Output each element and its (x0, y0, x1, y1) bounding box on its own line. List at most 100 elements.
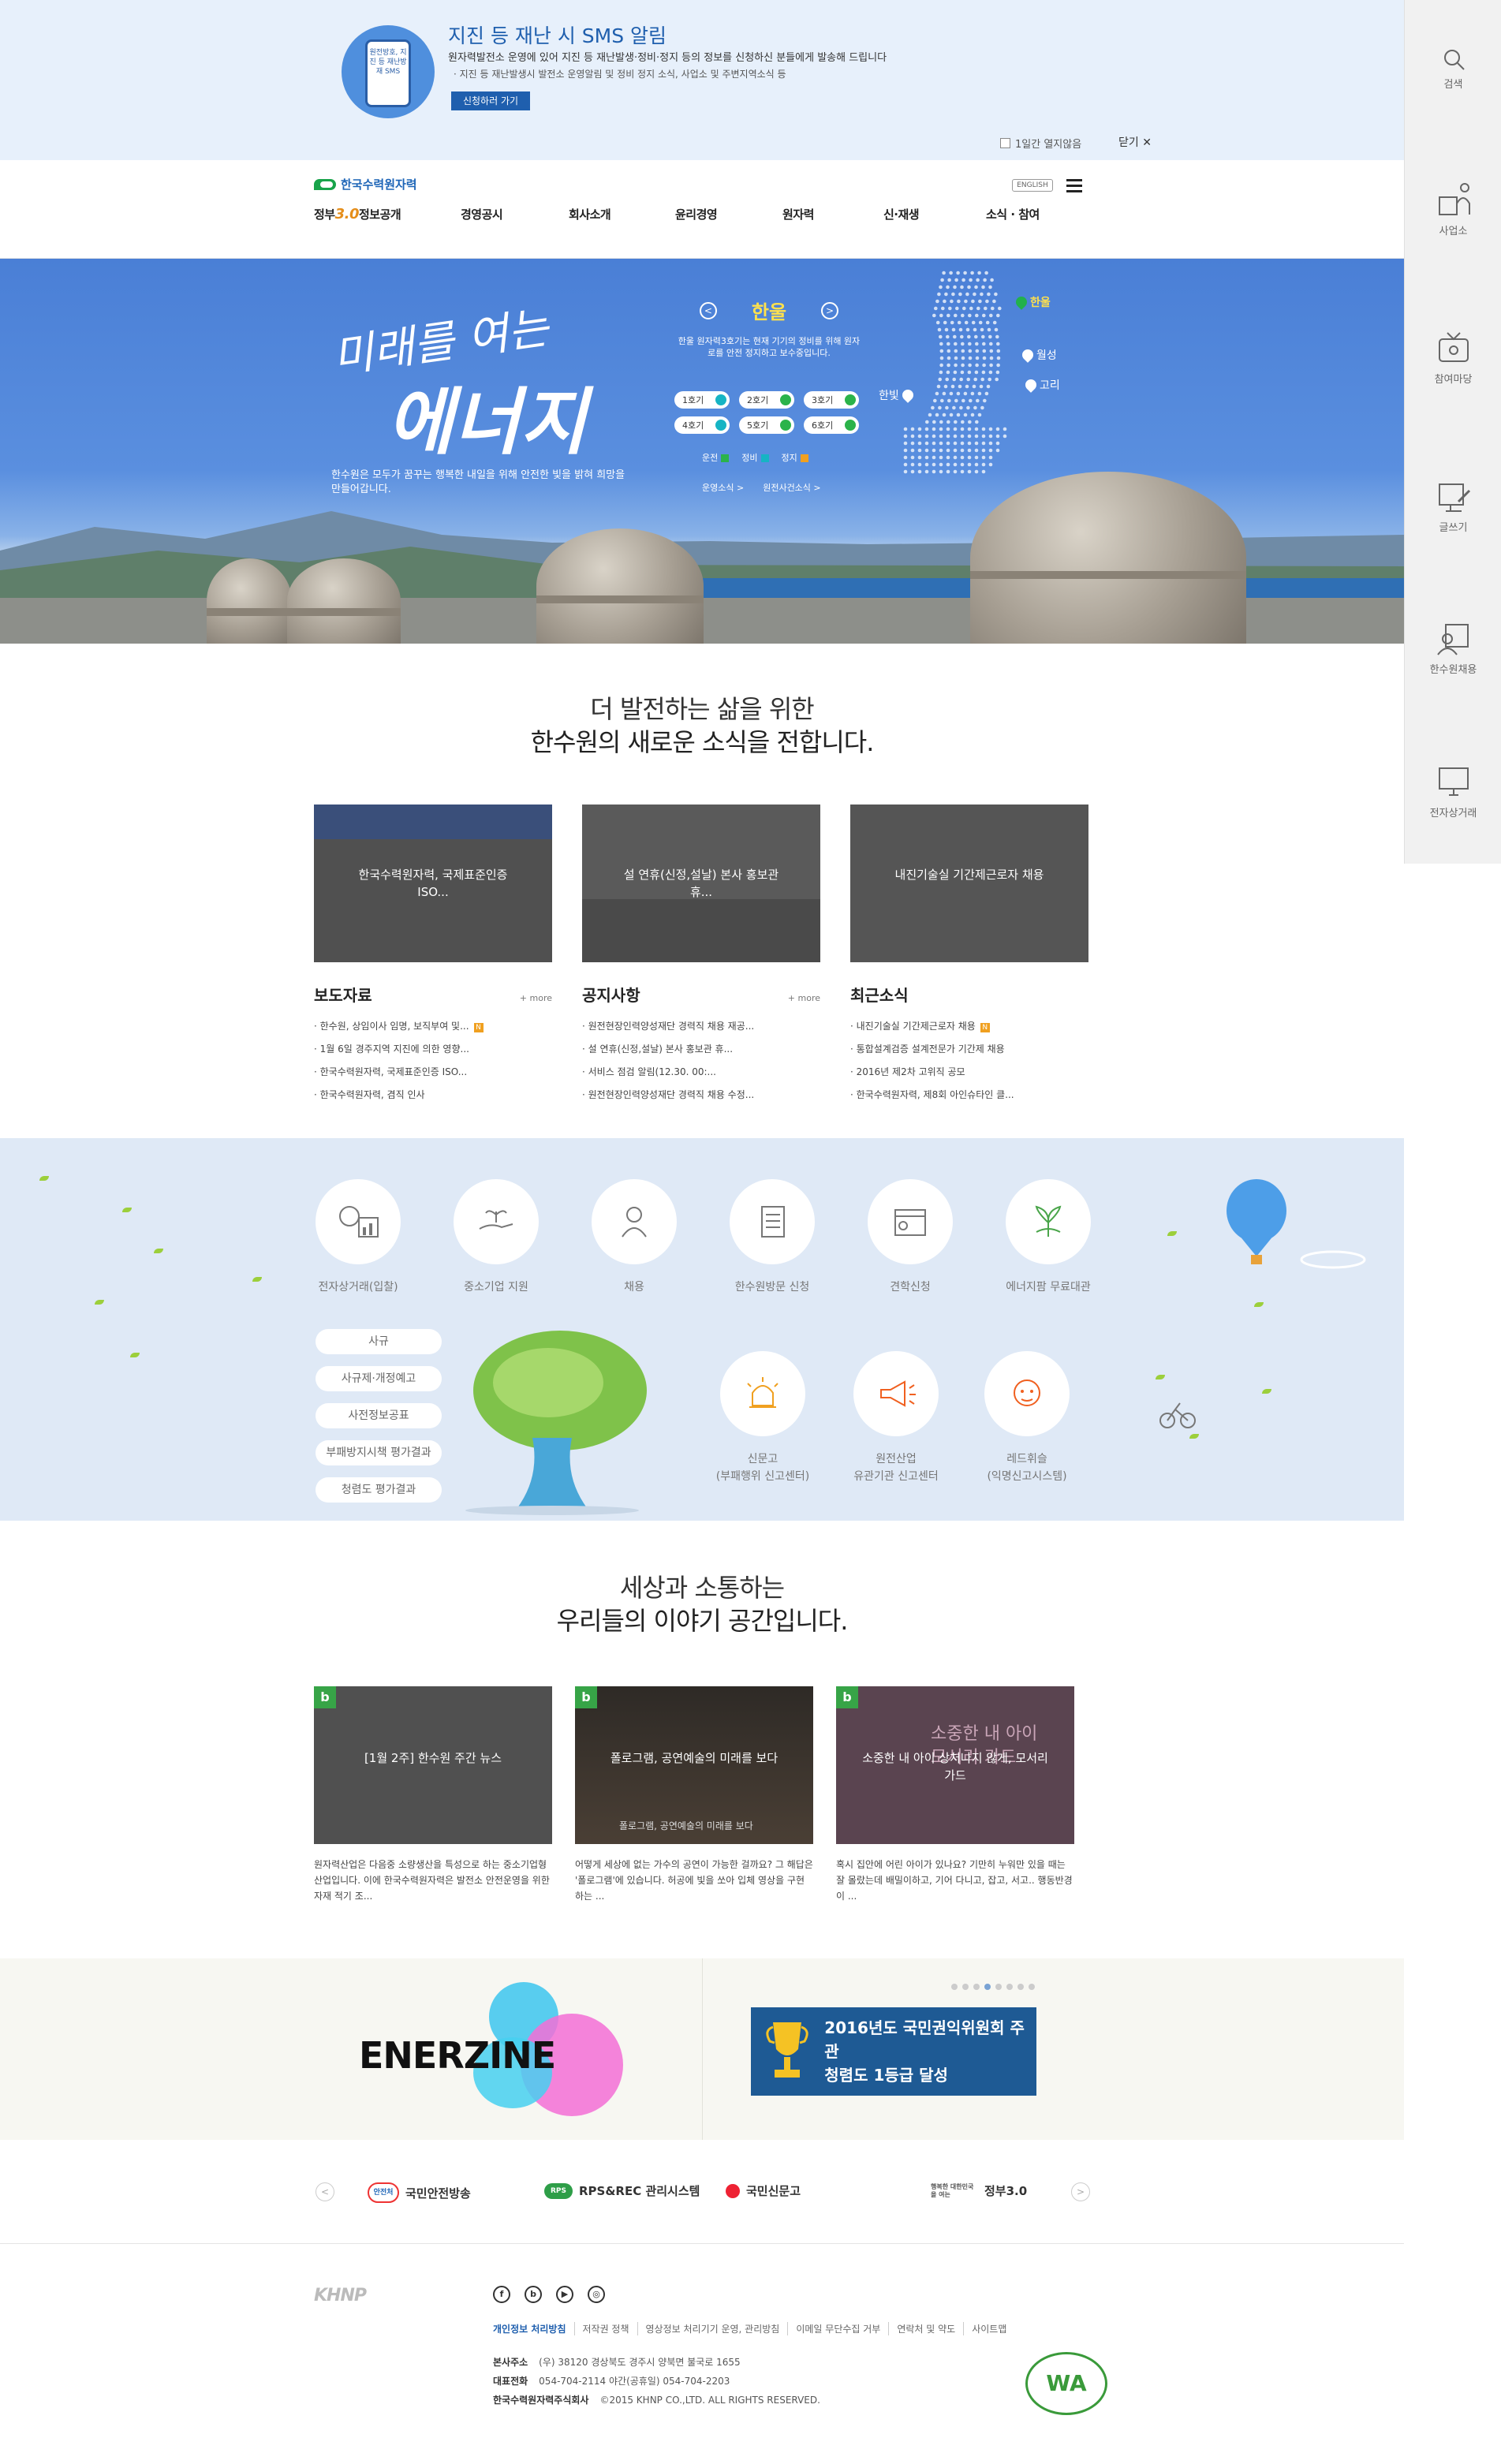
web-accessibility-badge[interactable]: WA (1025, 2352, 1107, 2415)
quick-recruit[interactable]: 한수원채용 (1405, 622, 1501, 676)
list-item[interactable]: · 원전현장인력양성재단 경력직 채용 수정... (582, 1084, 820, 1107)
incident-news-link[interactable]: 원전사건소식 > (763, 481, 820, 494)
list-item[interactable]: · 한국수력원자력, 겸직 인사 (314, 1084, 552, 1107)
service-tour-request[interactable]: 견학신청 (855, 1179, 965, 1296)
list-item[interactable]: · 서비스 점검 알림(12.30. 00:... (582, 1061, 820, 1084)
english-site-button[interactable]: ENGLISH (1012, 179, 1053, 192)
unit-button-5[interactable]: 5호기 (739, 416, 794, 434)
banner-close-button[interactable]: 닫기 ✕ (1118, 134, 1152, 150)
khnp-logo[interactable]: 한국수력원자력 (314, 176, 417, 192)
contact-map-link[interactable]: 연락처 및 약도 (888, 2322, 963, 2335)
integrity-award-banner[interactable]: 2016년도 국민권익위원회 주관 청렴도 1등급 달성 (751, 2007, 1036, 2096)
service-nuclear-report[interactable]: 원전산업 유관기관 신고센터 (841, 1351, 951, 1485)
quick-write[interactable]: 글쓰기 (1405, 480, 1501, 534)
operation-news-link[interactable]: 운영소식 > (702, 481, 744, 494)
cctv-policy-link[interactable]: 영상정보 처리기기 운영, 관리방침 (637, 2322, 788, 2335)
nav-item-renewable[interactable]: 신·재생 (883, 206, 920, 222)
privacy-policy-link[interactable]: 개인정보 처리방침 (493, 2322, 574, 2335)
instagram-icon[interactable]: ◎ (588, 2286, 605, 2303)
list-item[interactable]: · 2016년 제2차 고위직 공모 (850, 1061, 1088, 1084)
carousel-dot[interactable] (951, 1984, 958, 1990)
blog-post-card[interactable]: b [1월 2주] 한수원 주간 뉴스 원자력산업은 다음중 소량생산을 특성으… (314, 1686, 552, 1904)
service-sme-support[interactable]: 중소기업 지원 (441, 1179, 551, 1296)
service-sinmungo[interactable]: 신문고 (부패행위 신고센터) (708, 1351, 818, 1485)
partner-next-button[interactable]: > (1071, 2182, 1090, 2201)
list-item[interactable]: · 한수원, 상임이사 임명, 보직부여 및... N (314, 1015, 552, 1038)
carousel-dot[interactable] (995, 1984, 1002, 1990)
nav-item-ethics[interactable]: 윤리경영 (675, 206, 718, 222)
partner-safety-broadcast[interactable]: 안전처 국민안전방송 (368, 2182, 471, 2203)
carousel-dot[interactable] (1029, 1984, 1035, 1990)
service-ecommerce[interactable]: 전자상거래(입찰) (303, 1179, 413, 1296)
prev-plant-button[interactable]: < (699, 301, 717, 319)
status-dot-icon (845, 420, 856, 431)
unit-button-1[interactable]: 1호기 (674, 391, 730, 409)
unit-button-6[interactable]: 6호기 (804, 416, 859, 434)
service-recruit[interactable]: 채용 (579, 1179, 689, 1296)
more-link[interactable]: + more (520, 993, 552, 1003)
blog-thumbnail[interactable]: b [1월 2주] 한수원 주간 뉴스 (314, 1686, 552, 1844)
unit-button-3[interactable]: 3호기 (804, 391, 859, 409)
list-item[interactable]: · 내진기술실 기간제근로자 채용 N (850, 1015, 1088, 1038)
service-red-whistle[interactable]: 레드휘슬 (익명신고시스템) (972, 1351, 1082, 1485)
unit-button-2[interactable]: 2호기 (739, 391, 794, 409)
carousel-dot[interactable] (962, 1984, 969, 1990)
service-energy-farm[interactable]: 에너지팜 무료대관 (993, 1179, 1103, 1296)
nav-item-news[interactable]: 소식 · 참여 (986, 206, 1040, 222)
partner-sinmungo[interactable]: 국민신문고 (726, 2182, 801, 2199)
hide-for-day-checkbox[interactable]: 1일간 열지않음 (1000, 136, 1081, 151)
unit-button-4[interactable]: 4호기 (674, 416, 730, 434)
notice-thumbnail[interactable]: 설 연휴(신정,설날) 본사 홍보관 휴... (582, 805, 820, 962)
nav-item-company[interactable]: 회사소개 (569, 206, 611, 222)
list-item[interactable]: · 통합설계검증 설계전문가 기간제 채용 (850, 1038, 1088, 1061)
press-release-thumbnail[interactable]: 한국수력원자력, 국제표준인증 ISO... (314, 805, 552, 962)
list-item[interactable]: · 1월 6일 경주지역 지진에 의한 영향... (314, 1038, 552, 1061)
blog-thumbnail[interactable]: b 소중한 내 아이 모서리 가드 소중한 내 아이 상처나지 않게, 모서리가… (836, 1686, 1074, 1844)
nav-item-info-disclosure[interactable]: 정부3.0정보공개 (314, 206, 401, 222)
prior-disclosure-pill[interactable]: 사전정보공표 (316, 1403, 442, 1428)
list-item[interactable]: · 원전현장인력양성재단 경력직 채용 재공... (582, 1015, 820, 1038)
site-kori[interactable]: 고리 (1023, 377, 1060, 393)
facebook-icon[interactable]: f (493, 2286, 510, 2303)
blog-thumbnail[interactable]: b 폴로그램, 공연예술의 미래를 보다 폴로그램, 공연예술의 미래를 보다 (575, 1686, 813, 1844)
integrity-result-pill[interactable]: 청렴도 평가결과 (316, 1477, 442, 1503)
carousel-dot[interactable] (1017, 1984, 1024, 1990)
site-wolseong[interactable]: 월성 (1020, 347, 1057, 363)
service-visit-request[interactable]: 한수원방문 신청 (717, 1179, 827, 1296)
regulations-pill[interactable]: 사규 (316, 1329, 442, 1354)
hamburger-menu-icon[interactable] (1066, 179, 1082, 192)
site-hanul[interactable]: 한울 (1014, 294, 1051, 310)
copyright-policy-link[interactable]: 저작권 정책 (573, 2322, 637, 2335)
carousel-dot[interactable] (1006, 1984, 1013, 1990)
nav-item-management-disclosure[interactable]: 경영공시 (461, 206, 503, 222)
list-item[interactable]: · 한국수력원자력, 국제표준인증 ISO... (314, 1061, 552, 1084)
quick-ecommerce[interactable]: 전자상거래 (1405, 765, 1501, 819)
enerzine-banner-title[interactable]: ENERZINE (359, 2034, 556, 2077)
nav-item-nuclear[interactable]: 원자력 (782, 206, 814, 222)
quick-search[interactable]: 검색 (1405, 47, 1501, 91)
blog-post-card[interactable]: b 폴로그램, 공연예술의 미래를 보다 폴로그램, 공연예술의 미래를 보다 … (575, 1686, 813, 1904)
list-item[interactable]: · 한국수력원자력, 제8회 아인슈타인 클... (850, 1084, 1088, 1107)
recent-news-thumbnail[interactable]: 내진기술실 기간제근로자 채용 (850, 805, 1088, 962)
site-hanbit[interactable]: 한빛 (879, 387, 916, 403)
regulation-amendment-pill[interactable]: 사규제·개정예고 (316, 1366, 442, 1391)
partner-prev-button[interactable]: < (316, 2182, 334, 2201)
next-plant-button[interactable]: > (821, 301, 839, 319)
checkbox-box[interactable] (1000, 138, 1010, 148)
sms-apply-button[interactable]: 신청하러 가기 (451, 91, 530, 110)
blog-icon[interactable]: b (525, 2286, 542, 2303)
more-link[interactable]: + more (788, 993, 820, 1003)
partner-gov30[interactable]: 행복한 대한민국을 여는 정부3.0 (931, 2182, 1027, 2199)
youtube-icon[interactable]: ▶ (556, 2286, 573, 2303)
carousel-dot[interactable] (984, 1984, 991, 1990)
blog-post-card[interactable]: b 소중한 내 아이 모서리 가드 소중한 내 아이 상처나지 않게, 모서리가… (836, 1686, 1074, 1904)
anticorruption-result-pill[interactable]: 부패방지시책 평가결과 (316, 1440, 442, 1465)
partner-rps-rec[interactable]: RPS RPS&REC 관리시스템 (544, 2182, 700, 2199)
carousel-dot[interactable] (973, 1984, 980, 1990)
quick-plants[interactable]: 사업소 (1405, 180, 1501, 237)
email-refusal-link[interactable]: 이메일 무단수집 거부 (787, 2322, 888, 2335)
quick-participation[interactable]: 참여마당 (1405, 331, 1501, 386)
list-item[interactable]: · 설 연휴(신정,설날) 본사 홍보관 휴... (582, 1038, 820, 1061)
carousel-dots[interactable] (951, 1984, 1035, 1990)
sitemap-link[interactable]: 사이트맵 (963, 2322, 1014, 2335)
